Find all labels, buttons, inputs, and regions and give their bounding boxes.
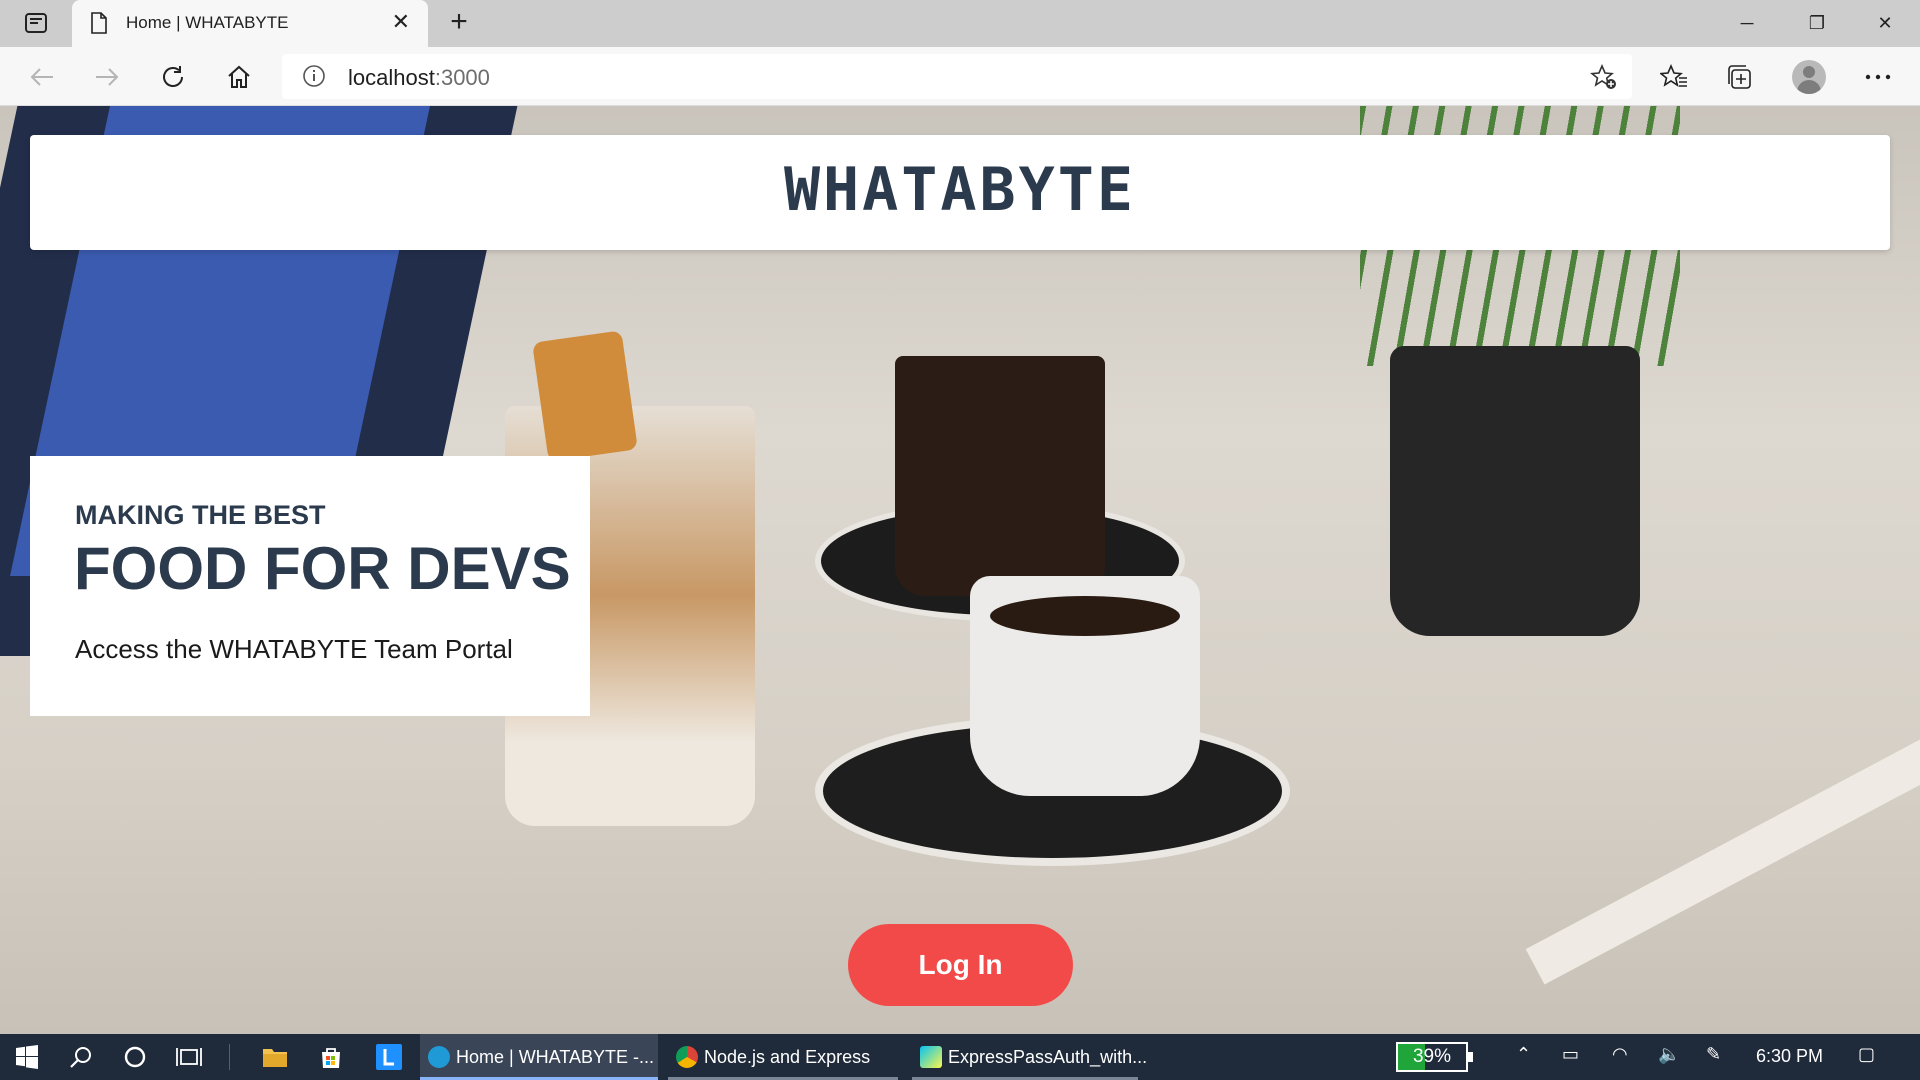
site-header: WHATABYTE <box>30 135 1890 250</box>
taskbar-app-webstorm[interactable]: ExpressPassAuth_with... <box>912 1034 1147 1080</box>
task-view-icon[interactable] <box>174 1042 204 1072</box>
chrome-icon <box>676 1046 698 1068</box>
hero-description: Access the WHATABYTE Team Portal <box>75 634 513 664</box>
more-options-icon[interactable] <box>1862 61 1894 93</box>
battery-indicator[interactable]: 39% <box>1396 1042 1473 1072</box>
add-favorite-icon[interactable] <box>1589 63 1618 95</box>
hero-subtitle: MAKING THE BEST <box>75 500 326 530</box>
pen-icon[interactable]: ✎ <box>1706 1044 1721 1065</box>
tab-close-icon[interactable]: ✕ <box>392 11 410 33</box>
launcher-l-icon[interactable] <box>374 1042 404 1072</box>
notifications-icon[interactable]: ▢ <box>1858 1044 1875 1065</box>
new-tab-button[interactable]: + <box>442 6 476 40</box>
windows-start-icon[interactable] <box>12 1042 42 1072</box>
taskbar-app-label: Home | WHATABYTE -... <box>456 1047 655 1067</box>
taskbar-separator <box>229 1044 230 1070</box>
background-plant-pot <box>1390 346 1640 636</box>
page-viewport: WHATABYTE MAKING THE BEST FOOD FOR DEVS … <box>0 106 1920 1034</box>
site-info-icon[interactable] <box>302 64 326 93</box>
file-explorer-icon[interactable] <box>260 1042 290 1072</box>
volume-icon[interactable]: 🔈 <box>1658 1044 1680 1065</box>
cortana-icon[interactable] <box>120 1042 150 1072</box>
login-button[interactable]: Log In <box>848 924 1073 1006</box>
collections-icon[interactable] <box>1724 61 1756 93</box>
url-text: localhost:3000 <box>348 65 490 90</box>
back-button[interactable] <box>26 61 58 93</box>
address-bar[interactable]: localhost:3000 <box>282 54 1632 99</box>
clock[interactable]: 6:30 PM <box>1756 1046 1823 1067</box>
background-coffee <box>990 596 1180 636</box>
taskbar-app-label: ExpressPassAuth_with... <box>948 1047 1148 1067</box>
store-icon[interactable] <box>316 1042 346 1072</box>
refresh-icon[interactable] <box>157 61 189 93</box>
background-cake <box>532 330 638 462</box>
battery-status-icon[interactable]: ▭ <box>1562 1044 1579 1065</box>
search-icon[interactable] <box>66 1042 96 1072</box>
battery-percent: 39% <box>1412 1046 1452 1067</box>
forward-button[interactable] <box>91 61 123 93</box>
minimize-button[interactable]: ─ <box>1724 8 1770 38</box>
wifi-icon[interactable]: ◠ <box>1612 1044 1628 1065</box>
browser-toolbar: localhost:3000 <box>0 47 1920 106</box>
page-icon <box>90 12 108 39</box>
taskbar-app-chrome[interactable]: Node.js and Express T... <box>668 1034 898 1080</box>
battery-nub <box>1468 1052 1473 1062</box>
restore-button[interactable]: ❐ <box>1794 8 1840 38</box>
edge-icon <box>428 1046 450 1068</box>
taskbar-app-label: Node.js and Express T... <box>704 1047 871 1067</box>
taskbar-app-edge[interactable]: Home | WHATABYTE -... <box>420 1034 658 1080</box>
background-espresso <box>895 356 1105 596</box>
webstorm-icon <box>920 1046 942 1068</box>
background-table-edge <box>1525 667 1920 985</box>
home-icon[interactable] <box>223 61 255 93</box>
taskbar: Home | WHATABYTE -... Node.js and Expres… <box>0 1034 1920 1080</box>
hero-title: FOOD FOR DEVS <box>74 535 571 602</box>
brand-logo[interactable]: WHATABYTE <box>30 155 1890 225</box>
profile-avatar[interactable] <box>1792 60 1826 94</box>
hero-card: MAKING THE BEST FOOD FOR DEVS Access the… <box>30 456 590 716</box>
browser-tab-active[interactable]: Home | WHATABYTE ✕ <box>72 0 428 47</box>
tab-actions-icon[interactable] <box>22 10 50 36</box>
tab-title: Home | WHATABYTE <box>126 13 289 32</box>
favorites-icon[interactable] <box>1658 61 1690 93</box>
show-hidden-icons-icon[interactable]: ⌃ <box>1516 1044 1531 1065</box>
browser-tab-bar: Home | WHATABYTE ✕ + ─ ❐ ✕ <box>0 0 1920 47</box>
close-window-button[interactable]: ✕ <box>1862 8 1908 38</box>
